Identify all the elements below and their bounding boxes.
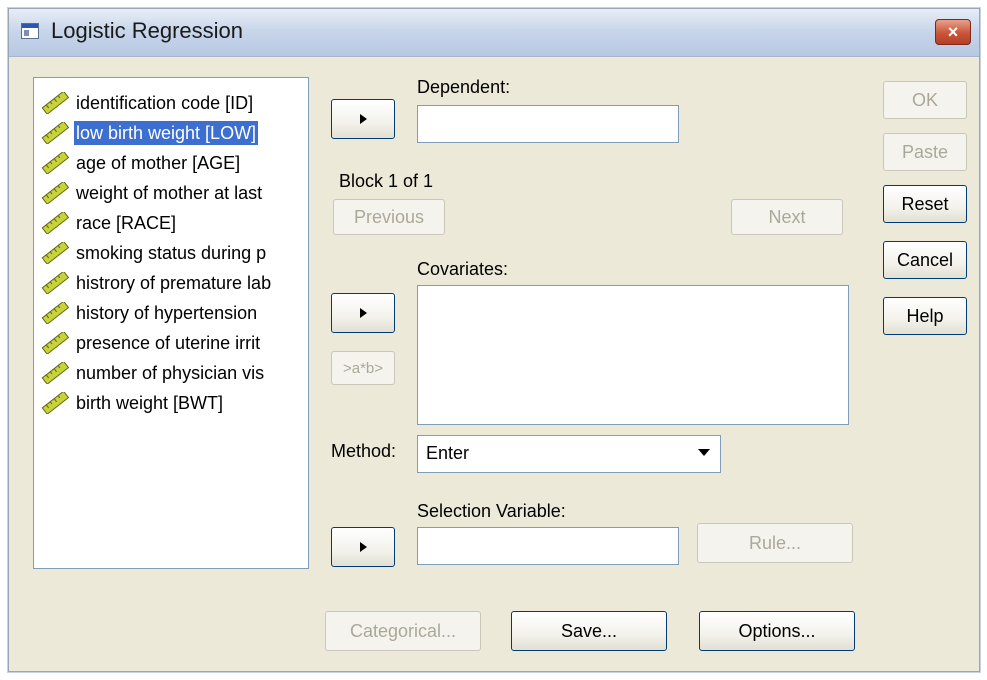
- next-button[interactable]: Next: [731, 199, 843, 235]
- variable-item[interactable]: low birth weight [LOW]: [34, 118, 308, 148]
- right-arrow-icon: [359, 542, 367, 552]
- method-label: Method:: [331, 441, 397, 461]
- variable-item[interactable]: weight of mother at last: [34, 178, 308, 208]
- scale-ruler-icon: [40, 270, 70, 295]
- ok-button[interactable]: OK: [883, 81, 967, 119]
- variable-label: age of mother [AGE]: [76, 153, 241, 173]
- variable-label: number of physician vis: [76, 363, 265, 383]
- categorical-button[interactable]: Categorical...: [325, 611, 481, 651]
- app-icon: [21, 23, 39, 39]
- save-button[interactable]: Save...: [511, 611, 667, 651]
- variable-label: smoking status during p: [76, 243, 267, 263]
- title-bar: Logistic Regression ×: [9, 9, 979, 57]
- scale-ruler-icon: [40, 120, 70, 145]
- dependent-move-button[interactable]: [331, 99, 395, 139]
- window-title: Logistic Regression: [51, 18, 243, 43]
- selection-variable-label: Selection Variable:: [417, 501, 566, 521]
- scale-ruler-icon: [40, 300, 70, 325]
- variable-item[interactable]: smoking status during p: [34, 238, 308, 268]
- variable-label: presence of uterine irrit: [76, 333, 261, 353]
- right-arrow-icon: [359, 308, 367, 318]
- covariates-move-button[interactable]: [331, 293, 395, 333]
- variable-item[interactable]: birth weight [BWT]: [34, 388, 308, 418]
- variable-label: history of hypertension: [76, 303, 258, 323]
- variable-list[interactable]: identification code [ID] low birth weight…: [33, 77, 309, 569]
- scale-ruler-icon: [40, 240, 70, 265]
- scale-ruler-icon: [40, 150, 70, 175]
- dependent-field[interactable]: [417, 105, 679, 143]
- covariates-label: Covariates:: [417, 259, 509, 279]
- method-select[interactable]: Enter: [417, 435, 721, 473]
- covariates-list[interactable]: [417, 285, 849, 425]
- variable-label: low birth weight [LOW]: [74, 121, 259, 145]
- selection-move-button[interactable]: [331, 527, 395, 567]
- variable-item[interactable]: age of mother [AGE]: [34, 148, 308, 178]
- logistic-regression-dialog: Logistic Regression × identification cod…: [8, 8, 980, 672]
- help-button[interactable]: Help: [883, 297, 967, 335]
- previous-button[interactable]: Previous: [333, 199, 445, 235]
- chevron-down-icon: [698, 449, 710, 456]
- block-label: Block 1 of 1: [339, 171, 434, 191]
- close-button[interactable]: ×: [935, 19, 971, 45]
- scale-ruler-icon: [40, 390, 70, 415]
- variable-label: race [RACE]: [76, 213, 177, 233]
- variable-label: weight of mother at last: [76, 183, 263, 203]
- variable-item[interactable]: presence of uterine irrit: [34, 328, 308, 358]
- scale-ruler-icon: [40, 180, 70, 205]
- variable-item[interactable]: number of physician vis: [34, 358, 308, 388]
- interaction-button[interactable]: >a*b>: [331, 351, 395, 385]
- variable-label: birth weight [BWT]: [76, 393, 224, 413]
- dependent-label: Dependent:: [417, 77, 511, 97]
- right-arrow-icon: [359, 114, 367, 124]
- variable-label: histrory of premature lab: [76, 273, 272, 293]
- variable-item[interactable]: race [RACE]: [34, 208, 308, 238]
- scale-ruler-icon: [40, 210, 70, 235]
- reset-button[interactable]: Reset: [883, 185, 967, 223]
- options-button[interactable]: Options...: [699, 611, 855, 651]
- variable-item[interactable]: history of hypertension: [34, 298, 308, 328]
- variable-item[interactable]: histrory of premature lab: [34, 268, 308, 298]
- selection-variable-field[interactable]: [417, 527, 679, 565]
- rule-button[interactable]: Rule...: [697, 523, 853, 563]
- variable-item[interactable]: identification code [ID]: [34, 88, 308, 118]
- variable-label: identification code [ID]: [76, 93, 254, 113]
- scale-ruler-icon: [40, 330, 70, 355]
- scale-ruler-icon: [40, 360, 70, 385]
- scale-ruler-icon: [40, 90, 70, 115]
- cancel-button[interactable]: Cancel: [883, 241, 967, 279]
- method-value: Enter: [426, 443, 470, 463]
- paste-button[interactable]: Paste: [883, 133, 967, 171]
